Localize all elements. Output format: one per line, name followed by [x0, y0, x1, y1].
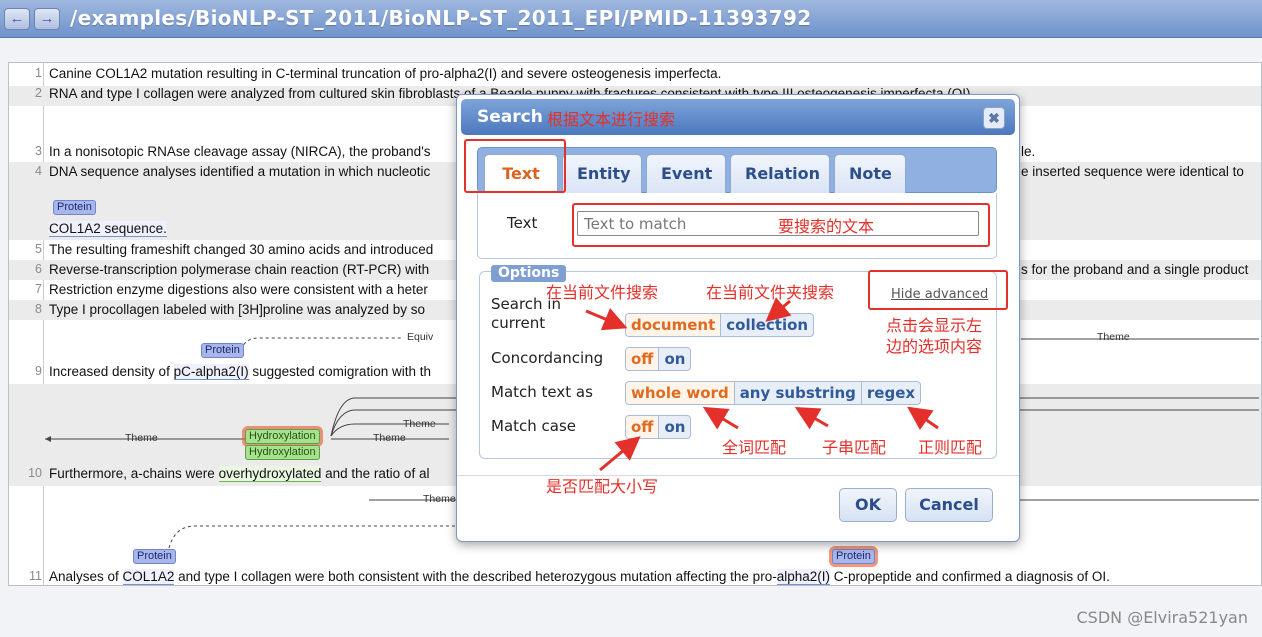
annotation-arrows	[585, 297, 939, 472]
watermark: CSDN @Elvira521yan	[1076, 608, 1248, 627]
